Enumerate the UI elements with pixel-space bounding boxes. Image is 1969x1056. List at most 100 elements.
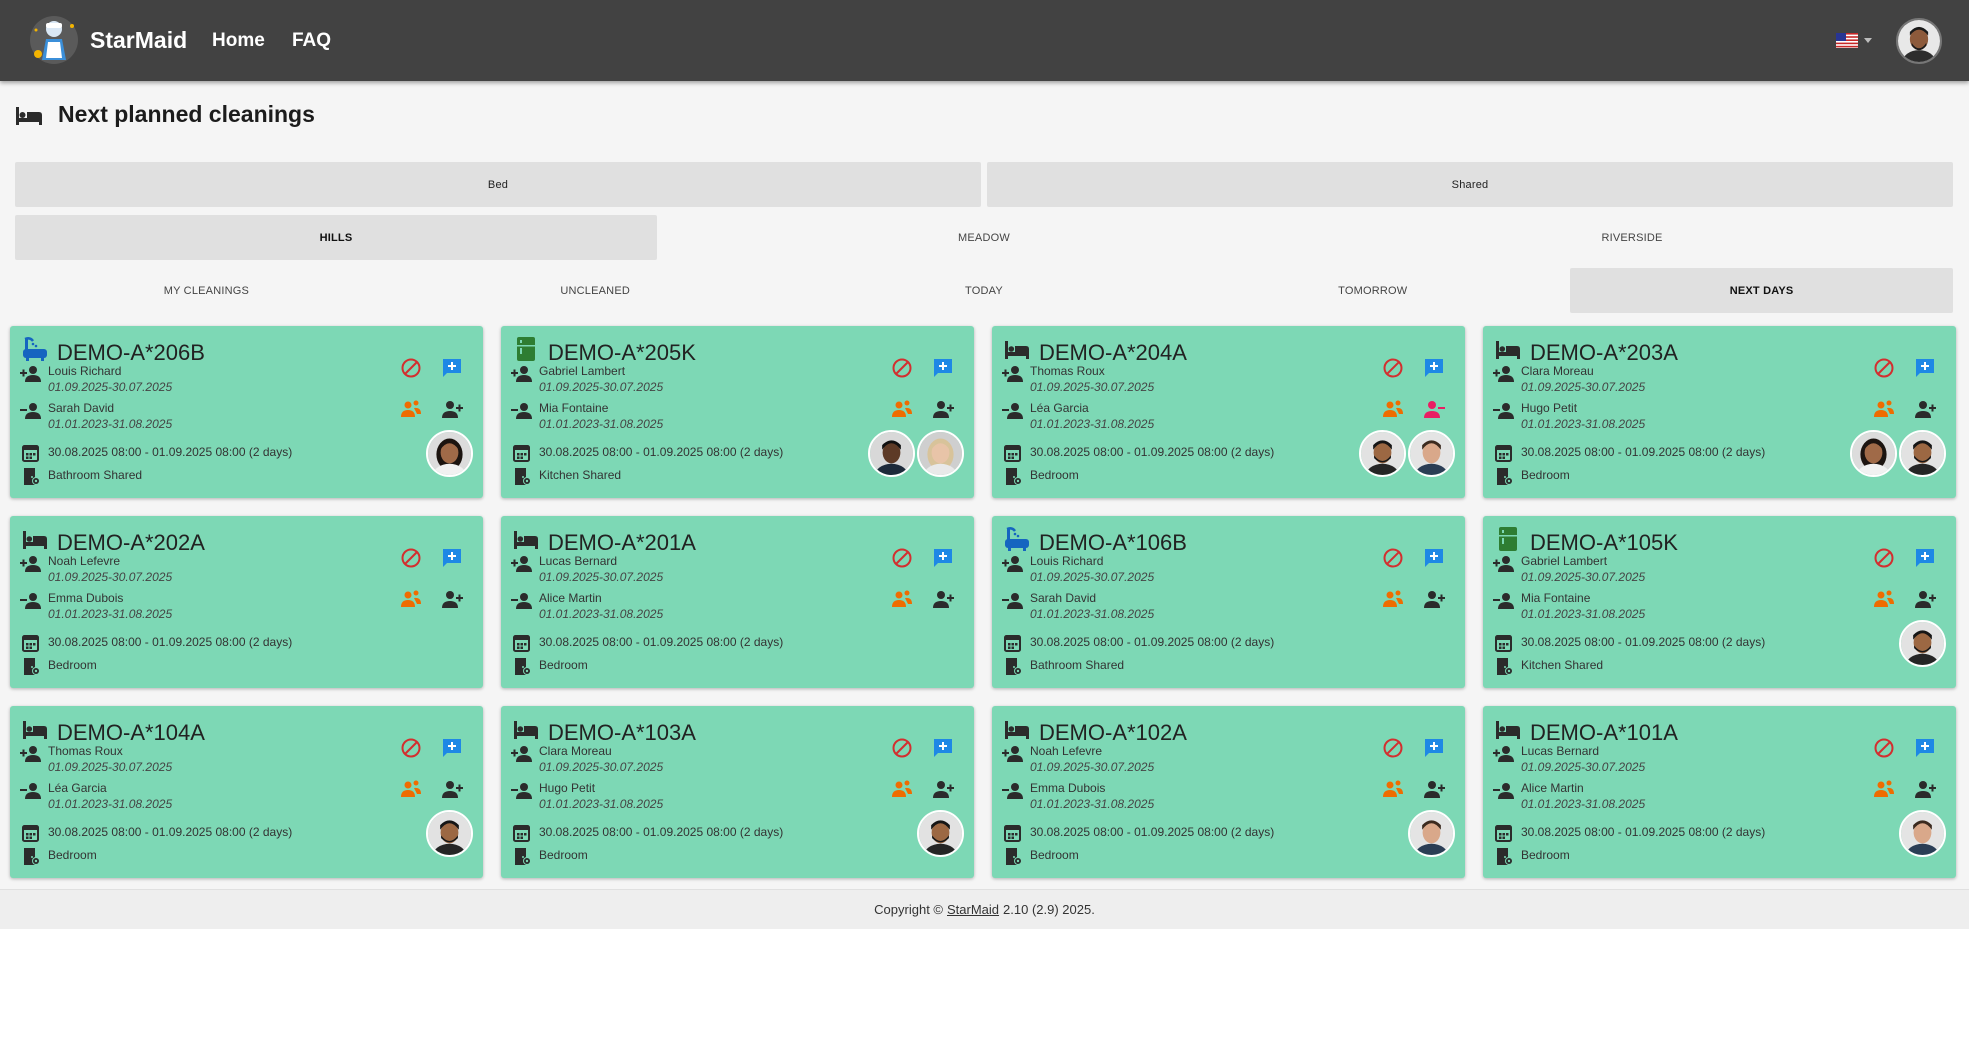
- calendar-icon: [1004, 635, 1021, 652]
- cleaner-avatar[interactable]: [426, 810, 473, 857]
- swap-cleaner-button[interactable]: [1872, 397, 1896, 421]
- add-comment-button[interactable]: [1913, 546, 1937, 570]
- tab-hills[interactable]: HILLS: [15, 215, 657, 260]
- unassign-cleaner-button[interactable]: [1422, 397, 1446, 421]
- assign-cleaner-button[interactable]: [1913, 777, 1937, 801]
- tab-today[interactable]: TODAY: [793, 268, 1176, 313]
- add-comment-button[interactable]: [1422, 356, 1446, 380]
- starmaid-link[interactable]: StarMaid: [947, 902, 999, 917]
- outgoing-guest: Léa Garcia 01.01.2023-31.08.2025: [1002, 401, 1154, 432]
- cleaner-avatar[interactable]: [1408, 810, 1455, 857]
- assign-cleaner-button[interactable]: [931, 397, 955, 421]
- cleaning-card-demo-a-203a[interactable]: DEMO-A*203A Clara Moreau 01.09.2025-30.0…: [1483, 326, 1956, 498]
- assign-cleaner-button[interactable]: [440, 587, 464, 611]
- cleaner-avatar[interactable]: [1850, 430, 1897, 477]
- add-comment-button[interactable]: [931, 546, 955, 570]
- tab-meadow[interactable]: MEADOW: [663, 215, 1305, 260]
- cleaner-avatar[interactable]: [917, 430, 964, 477]
- skip-cleaning-button[interactable]: [1381, 736, 1405, 760]
- assign-cleaner-button[interactable]: [931, 777, 955, 801]
- skip-cleaning-button[interactable]: [1872, 546, 1896, 570]
- language-selector[interactable]: [1836, 33, 1872, 48]
- version-text: 2.10 (2.9) 2025.: [1003, 902, 1095, 917]
- swap-cleaner-button[interactable]: [1872, 587, 1896, 611]
- assign-cleaner-button[interactable]: [931, 587, 955, 611]
- comment-add-icon: [1916, 359, 1934, 377]
- cleaner-avatar[interactable]: [426, 430, 473, 477]
- cleaning-card-demo-a-201a[interactable]: DEMO-A*201A Lucas Bernard 01.09.2025-30.…: [501, 516, 974, 688]
- tab-riverside[interactable]: RIVERSIDE: [1311, 215, 1953, 260]
- add-comment-button[interactable]: [440, 736, 464, 760]
- cleaning-card-demo-a-205k[interactable]: DEMO-A*205K Gabriel Lambert 01.09.2025-3…: [501, 326, 974, 498]
- calendar-icon: [513, 445, 530, 462]
- cleaner-avatar[interactable]: [1359, 430, 1406, 477]
- cleaner-avatar[interactable]: [917, 810, 964, 857]
- swap-cleaner-button[interactable]: [399, 777, 423, 801]
- swap-cleaner-button[interactable]: [399, 587, 423, 611]
- swap-cleaner-button[interactable]: [890, 397, 914, 421]
- cleaning-card-demo-a-102a[interactable]: DEMO-A*102A Noah Lefevre 01.09.2025-30.0…: [992, 706, 1465, 878]
- fridge-icon: [512, 336, 540, 362]
- tab-my-cleanings[interactable]: MY CLEANINGS: [15, 268, 398, 313]
- outgoing-guest-dates: 01.01.2023-31.08.2025: [1030, 417, 1155, 431]
- cleaning-card-demo-a-206b[interactable]: DEMO-A*206B Louis Richard 01.09.2025-30.…: [10, 326, 483, 498]
- assign-cleaner-button[interactable]: [440, 397, 464, 421]
- skip-cleaning-button[interactable]: [399, 546, 423, 570]
- user-avatar[interactable]: [1896, 18, 1942, 64]
- cleaner-avatar[interactable]: [1899, 810, 1946, 857]
- cleaner-avatar[interactable]: [1899, 430, 1946, 477]
- assign-cleaner-button[interactable]: [440, 777, 464, 801]
- add-comment-button[interactable]: [931, 736, 955, 760]
- cleaning-card-demo-a-204a[interactable]: DEMO-A*204A Thomas Roux 01.09.2025-30.07…: [992, 326, 1465, 498]
- skip-cleaning-button[interactable]: [890, 546, 914, 570]
- assign-cleaner-button[interactable]: [1422, 587, 1446, 611]
- swap-cleaner-button[interactable]: [890, 777, 914, 801]
- skip-cleaning-button[interactable]: [399, 356, 423, 380]
- cleaner-avatar[interactable]: [1899, 620, 1946, 667]
- swap-cleaner-button[interactable]: [1381, 587, 1405, 611]
- cleaning-card-demo-a-105k[interactable]: DEMO-A*105K Gabriel Lambert 01.09.2025-3…: [1483, 516, 1956, 688]
- skip-cleaning-button[interactable]: [1381, 546, 1405, 570]
- tab-next-days[interactable]: NEXT DAYS: [1570, 268, 1953, 313]
- nav-home-link[interactable]: Home: [212, 30, 265, 52]
- add-comment-button[interactable]: [1422, 546, 1446, 570]
- maid-logo-icon[interactable]: [28, 14, 80, 66]
- nav-faq-link[interactable]: FAQ: [292, 30, 331, 52]
- cleaning-card-demo-a-103a[interactable]: DEMO-A*103A Clara Moreau 01.09.2025-30.0…: [501, 706, 974, 878]
- assign-cleaner-button[interactable]: [1913, 587, 1937, 611]
- skip-cleaning-button[interactable]: [399, 736, 423, 760]
- swap-cleaner-button[interactable]: [890, 587, 914, 611]
- add-comment-button[interactable]: [1913, 736, 1937, 760]
- cleaning-card-demo-a-101a[interactable]: DEMO-A*101A Lucas Bernard 01.09.2025-30.…: [1483, 706, 1956, 878]
- add-comment-button[interactable]: [931, 356, 955, 380]
- cleaning-card-demo-a-104a[interactable]: DEMO-A*104A Thomas Roux 01.09.2025-30.07…: [10, 706, 483, 878]
- skip-cleaning-button[interactable]: [1872, 356, 1896, 380]
- cleaner-avatar[interactable]: [1408, 430, 1455, 477]
- add-comment-button[interactable]: [440, 546, 464, 570]
- outgoing-guest-dates: 01.01.2023-31.08.2025: [1521, 607, 1646, 621]
- tab-shared[interactable]: Shared: [987, 162, 1953, 207]
- tab-bed[interactable]: Bed: [15, 162, 981, 207]
- add-comment-button[interactable]: [1913, 356, 1937, 380]
- period-text: 30.08.2025 08:00 - 01.09.2025 08:00 (2 d…: [539, 825, 784, 839]
- cleaning-card-demo-a-106b[interactable]: DEMO-A*106B Louis Richard 01.09.2025-30.…: [992, 516, 1465, 688]
- cleaner-avatar[interactable]: [868, 430, 915, 477]
- skip-cleaning-button[interactable]: [1872, 736, 1896, 760]
- brand-name[interactable]: StarMaid: [90, 27, 187, 54]
- assign-cleaner-button[interactable]: [1913, 397, 1937, 421]
- swap-cleaner-button[interactable]: [1872, 777, 1896, 801]
- add-comment-button[interactable]: [440, 356, 464, 380]
- cleaning-period: 30.08.2025 08:00 - 01.09.2025 08:00 (2 d…: [20, 634, 292, 652]
- skip-cleaning-button[interactable]: [1381, 356, 1405, 380]
- skip-cleaning-button[interactable]: [890, 736, 914, 760]
- swap-cleaner-button[interactable]: [1381, 397, 1405, 421]
- swap-cleaner-button[interactable]: [1381, 777, 1405, 801]
- tab-uncleaned[interactable]: UNCLEANED: [404, 268, 787, 313]
- skip-cleaning-button[interactable]: [890, 356, 914, 380]
- add-comment-button[interactable]: [1422, 736, 1446, 760]
- swap-cleaner-button[interactable]: [399, 397, 423, 421]
- cleaning-card-demo-a-202a[interactable]: DEMO-A*202A Noah Lefevre 01.09.2025-30.0…: [10, 516, 483, 688]
- tab-tomorrow[interactable]: TOMORROW: [1181, 268, 1564, 313]
- outgoing-guest-name: Léa Garcia: [1030, 401, 1089, 415]
- assign-cleaner-button[interactable]: [1422, 777, 1446, 801]
